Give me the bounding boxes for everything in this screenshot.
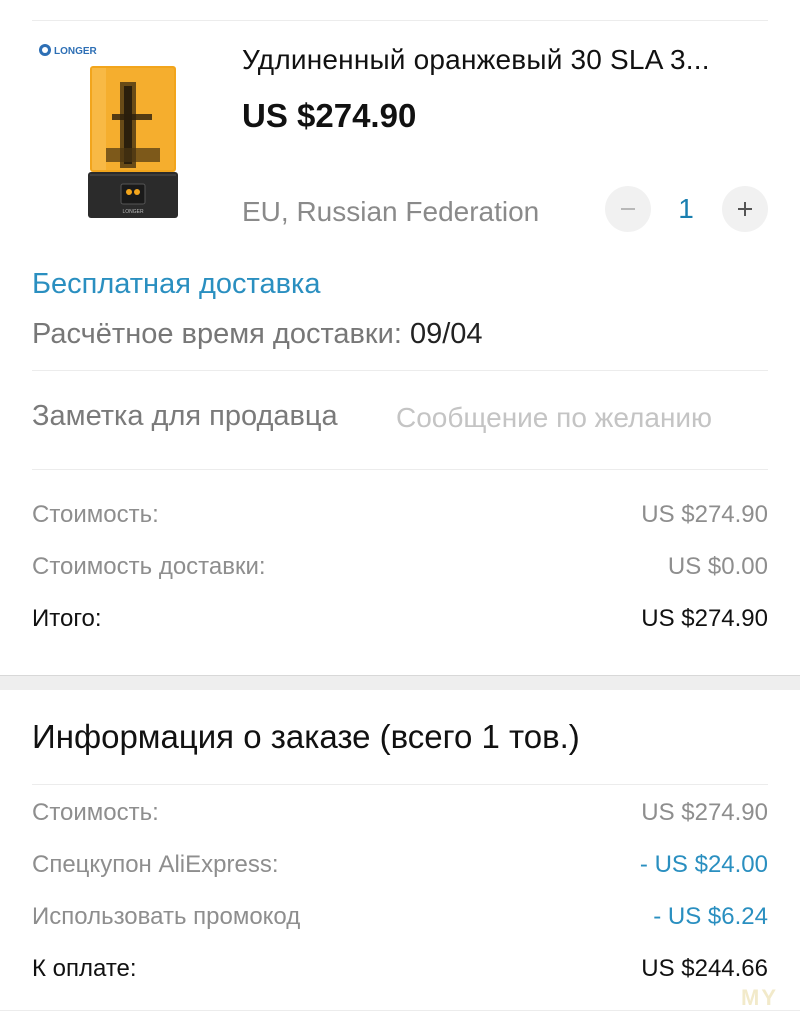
divider — [32, 784, 768, 785]
top-divider — [32, 20, 768, 21]
section-separator — [0, 675, 800, 690]
ship-to-country[interactable]: EU, Russian Federation — [242, 196, 539, 228]
delivery-estimate-label: Расчётное время доставки: — [32, 318, 402, 350]
seller-note-input[interactable] — [396, 398, 768, 438]
watermark: MY — [741, 985, 778, 1010]
item-cost-value: US $274.90 — [641, 501, 768, 528]
svg-text:LONGER: LONGER — [122, 209, 144, 215]
amount-due-row: К оплате: US $244.66 — [32, 952, 768, 986]
delivery-estimate-date: 09/04 — [409, 318, 483, 350]
product-image[interactable]: LONGER LONGER — [32, 36, 212, 226]
plus-icon — [738, 202, 752, 216]
quantity-value: 1 — [678, 193, 694, 224]
promo-code-label: Использовать промокод — [32, 903, 301, 930]
bottom-divider — [0, 1010, 800, 1011]
promo-code-value: - US $6.24 — [653, 903, 768, 930]
item-cost-row: Стоимость: US $274.90 — [32, 498, 768, 532]
minus-icon — [621, 208, 635, 210]
product-title[interactable]: Удлиненный оранжевый 30 SLA 3... — [242, 44, 772, 76]
free-shipping-link[interactable]: Бесплатная доставка — [32, 268, 320, 301]
printer-image: LONGER LONGER — [39, 44, 178, 218]
promo-code-row[interactable]: Использовать промокод - US $6.24 — [32, 900, 768, 934]
subtotal-row: Итого: US $274.90 — [32, 602, 768, 636]
shipping-cost-label: Стоимость доставки: — [32, 553, 266, 580]
seller-note-label: Заметка для продавца — [32, 400, 338, 432]
divider — [32, 469, 768, 470]
quantity-decrease-button[interactable] — [605, 186, 651, 232]
quantity-increase-button[interactable] — [722, 186, 768, 232]
product-price: US $274.90 — [242, 97, 417, 134]
amount-due-value: US $244.66 — [641, 955, 768, 982]
amount-due-label: К оплате: — [32, 955, 137, 982]
coupon-label: Спецкупон AliExpress: — [32, 851, 279, 878]
order-cost-label: Стоимость: — [32, 799, 159, 826]
subtotal-label: Итого: — [32, 605, 102, 632]
subtotal-value: US $274.90 — [641, 605, 768, 632]
coupon-row[interactable]: Спецкупон AliExpress: - US $24.00 — [32, 848, 768, 882]
longer-logo-icon: LONGER — [39, 44, 98, 57]
coupon-value: - US $24.00 — [639, 851, 768, 878]
shipping-cost-row: Стоимость доставки: US $0.00 — [32, 550, 768, 584]
item-cost-label: Стоимость: — [32, 501, 159, 528]
svg-text:LONGER: LONGER — [54, 46, 98, 57]
order-info-title: Информация о заказе (всего 1 тов.) — [32, 718, 580, 755]
delivery-estimate: Расчётное время доставки: 09/04 — [32, 318, 483, 351]
shipping-cost-value: US $0.00 — [667, 553, 768, 580]
divider — [32, 370, 768, 371]
order-cost-value: US $274.90 — [641, 799, 768, 826]
order-cost-row: Стоимость: US $274.90 — [32, 796, 768, 830]
